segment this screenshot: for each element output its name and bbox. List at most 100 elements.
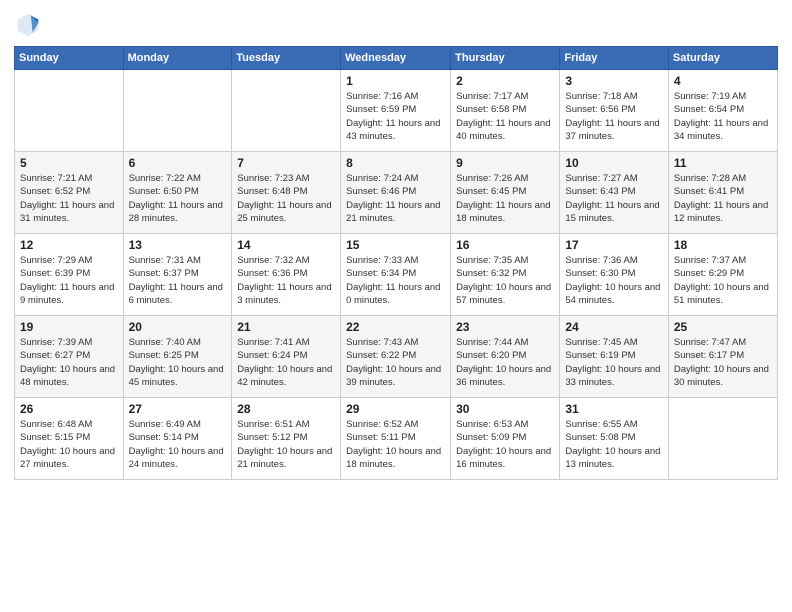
calendar-cell: 12 Sunrise: 7:29 AMSunset: 6:39 PMDayligh… xyxy=(15,234,124,316)
calendar-week-row: 19 Sunrise: 7:39 AMSunset: 6:27 PMDayligh… xyxy=(15,316,778,398)
day-info: Sunrise: 7:33 AMSunset: 6:34 PMDaylight:… xyxy=(346,254,445,307)
weekday-header-row: SundayMondayTuesdayWednesdayThursdayFrid… xyxy=(15,47,778,70)
day-number: 5 xyxy=(20,156,118,170)
day-info: Sunrise: 7:21 AMSunset: 6:52 PMDaylight:… xyxy=(20,172,118,225)
calendar-cell: 8 Sunrise: 7:24 AMSunset: 6:46 PMDaylight… xyxy=(341,152,451,234)
calendar-week-row: 26 Sunrise: 6:48 AMSunset: 5:15 PMDayligh… xyxy=(15,398,778,480)
day-number: 9 xyxy=(456,156,554,170)
calendar-cell: 24 Sunrise: 7:45 AMSunset: 6:19 PMDayligh… xyxy=(560,316,669,398)
calendar-cell: 25Sunrise: 7:47 AMSunset: 6:17 PMDayligh… xyxy=(668,316,777,398)
weekday-header-tuesday: Tuesday xyxy=(232,47,341,70)
calendar-cell: 6 Sunrise: 7:22 AMSunset: 6:50 PMDaylight… xyxy=(123,152,232,234)
day-number: 11 xyxy=(674,156,772,170)
day-info: Sunrise: 7:44 AMSunset: 6:20 PMDaylight:… xyxy=(456,336,554,389)
calendar-cell: 5 Sunrise: 7:21 AMSunset: 6:52 PMDaylight… xyxy=(15,152,124,234)
day-number: 20 xyxy=(129,320,227,334)
day-number: 19 xyxy=(20,320,118,334)
day-info: Sunrise: 6:53 AMSunset: 5:09 PMDaylight:… xyxy=(456,418,554,471)
weekday-header-thursday: Thursday xyxy=(451,47,560,70)
calendar-week-row: 5 Sunrise: 7:21 AMSunset: 6:52 PMDaylight… xyxy=(15,152,778,234)
day-number: 15 xyxy=(346,238,445,252)
calendar-cell: 28 Sunrise: 6:51 AMSunset: 5:12 PMDayligh… xyxy=(232,398,341,480)
calendar-cell: 13Sunrise: 7:31 AMSunset: 6:37 PMDayligh… xyxy=(123,234,232,316)
calendar-cell: 14 Sunrise: 7:32 AMSunset: 6:36 PMDayligh… xyxy=(232,234,341,316)
day-number: 7 xyxy=(237,156,335,170)
calendar-week-row: 12 Sunrise: 7:29 AMSunset: 6:39 PMDayligh… xyxy=(15,234,778,316)
day-number: 14 xyxy=(237,238,335,252)
calendar-cell: 29 Sunrise: 6:52 AMSunset: 5:11 PMDayligh… xyxy=(341,398,451,480)
calendar-cell xyxy=(232,70,341,152)
calendar-cell: 17 Sunrise: 7:36 AMSunset: 6:30 PMDayligh… xyxy=(560,234,669,316)
day-info: Sunrise: 6:48 AMSunset: 5:15 PMDaylight:… xyxy=(20,418,118,471)
calendar-cell: 15 Sunrise: 7:33 AMSunset: 6:34 PMDayligh… xyxy=(341,234,451,316)
day-info: Sunrise: 7:26 AMSunset: 6:45 PMDaylight:… xyxy=(456,172,554,225)
day-info: Sunrise: 6:49 AMSunset: 5:14 PMDaylight:… xyxy=(129,418,227,471)
day-number: 26 xyxy=(20,402,118,416)
day-info: Sunrise: 7:39 AMSunset: 6:27 PMDaylight:… xyxy=(20,336,118,389)
calendar-cell: 4 Sunrise: 7:19 AMSunset: 6:54 PMDaylight… xyxy=(668,70,777,152)
calendar-cell: 18 Sunrise: 7:37 AMSunset: 6:29 PMDayligh… xyxy=(668,234,777,316)
day-number: 6 xyxy=(129,156,227,170)
day-number: 21 xyxy=(237,320,335,334)
day-info: Sunrise: 7:36 AMSunset: 6:30 PMDaylight:… xyxy=(565,254,663,307)
day-info: Sunrise: 7:19 AMSunset: 6:54 PMDaylight:… xyxy=(674,90,772,143)
logo-icon xyxy=(14,10,42,38)
calendar-cell: 11 Sunrise: 7:28 AMSunset: 6:41 PMDayligh… xyxy=(668,152,777,234)
weekday-header-saturday: Saturday xyxy=(668,47,777,70)
day-number: 2 xyxy=(456,74,554,88)
day-number: 16 xyxy=(456,238,554,252)
calendar-cell: 31Sunrise: 6:55 AMSunset: 5:08 PMDayligh… xyxy=(560,398,669,480)
day-number: 12 xyxy=(20,238,118,252)
weekday-header-friday: Friday xyxy=(560,47,669,70)
day-number: 23 xyxy=(456,320,554,334)
calendar-cell: 27 Sunrise: 6:49 AMSunset: 5:14 PMDayligh… xyxy=(123,398,232,480)
calendar-cell: 16 Sunrise: 7:35 AMSunset: 6:32 PMDayligh… xyxy=(451,234,560,316)
day-info: Sunrise: 7:45 AMSunset: 6:19 PMDaylight:… xyxy=(565,336,663,389)
day-info: Sunrise: 7:29 AMSunset: 6:39 PMDaylight:… xyxy=(20,254,118,307)
day-number: 22 xyxy=(346,320,445,334)
weekday-header-sunday: Sunday xyxy=(15,47,124,70)
day-info: Sunrise: 7:32 AMSunset: 6:36 PMDaylight:… xyxy=(237,254,335,307)
day-info: Sunrise: 7:17 AMSunset: 6:58 PMDaylight:… xyxy=(456,90,554,143)
calendar-cell: 9 Sunrise: 7:26 AMSunset: 6:45 PMDaylight… xyxy=(451,152,560,234)
day-number: 27 xyxy=(129,402,227,416)
day-number: 17 xyxy=(565,238,663,252)
day-info: Sunrise: 6:51 AMSunset: 5:12 PMDaylight:… xyxy=(237,418,335,471)
page-header xyxy=(14,10,778,38)
day-number: 30 xyxy=(456,402,554,416)
calendar-cell: 30 Sunrise: 6:53 AMSunset: 5:09 PMDayligh… xyxy=(451,398,560,480)
day-info: Sunrise: 7:41 AMSunset: 6:24 PMDaylight:… xyxy=(237,336,335,389)
calendar-cell: 10Sunrise: 7:27 AMSunset: 6:43 PMDayligh… xyxy=(560,152,669,234)
day-info: Sunrise: 7:23 AMSunset: 6:48 PMDaylight:… xyxy=(237,172,335,225)
day-info: Sunrise: 7:22 AMSunset: 6:50 PMDaylight:… xyxy=(129,172,227,225)
day-info: Sunrise: 7:27 AMSunset: 6:43 PMDaylight:… xyxy=(565,172,663,225)
day-number: 8 xyxy=(346,156,445,170)
day-number: 31 xyxy=(565,402,663,416)
day-number: 13 xyxy=(129,238,227,252)
weekday-header-wednesday: Wednesday xyxy=(341,47,451,70)
calendar-cell: 20Sunrise: 7:40 AMSunset: 6:25 PMDayligh… xyxy=(123,316,232,398)
calendar-cell: 2 Sunrise: 7:17 AMSunset: 6:58 PMDaylight… xyxy=(451,70,560,152)
day-number: 28 xyxy=(237,402,335,416)
calendar-week-row: 1 Sunrise: 7:16 AMSunset: 6:59 PMDaylight… xyxy=(15,70,778,152)
day-info: Sunrise: 7:28 AMSunset: 6:41 PMDaylight:… xyxy=(674,172,772,225)
calendar-cell: 22Sunrise: 7:43 AMSunset: 6:22 PMDayligh… xyxy=(341,316,451,398)
day-info: Sunrise: 7:18 AMSunset: 6:56 PMDaylight:… xyxy=(565,90,663,143)
page-container: SundayMondayTuesdayWednesdayThursdayFrid… xyxy=(0,0,792,612)
calendar-cell: 26 Sunrise: 6:48 AMSunset: 5:15 PMDayligh… xyxy=(15,398,124,480)
calendar-cell: 21 Sunrise: 7:41 AMSunset: 6:24 PMDayligh… xyxy=(232,316,341,398)
weekday-header-monday: Monday xyxy=(123,47,232,70)
day-info: Sunrise: 6:52 AMSunset: 5:11 PMDaylight:… xyxy=(346,418,445,471)
day-number: 18 xyxy=(674,238,772,252)
day-number: 4 xyxy=(674,74,772,88)
day-number: 29 xyxy=(346,402,445,416)
calendar-cell: 3Sunrise: 7:18 AMSunset: 6:56 PMDaylight… xyxy=(560,70,669,152)
calendar-cell xyxy=(15,70,124,152)
day-number: 24 xyxy=(565,320,663,334)
day-info: Sunrise: 7:37 AMSunset: 6:29 PMDaylight:… xyxy=(674,254,772,307)
day-info: Sunrise: 7:24 AMSunset: 6:46 PMDaylight:… xyxy=(346,172,445,225)
day-info: Sunrise: 7:16 AMSunset: 6:59 PMDaylight:… xyxy=(346,90,445,143)
day-info: Sunrise: 7:35 AMSunset: 6:32 PMDaylight:… xyxy=(456,254,554,307)
day-number: 25 xyxy=(674,320,772,334)
day-number: 1 xyxy=(346,74,445,88)
